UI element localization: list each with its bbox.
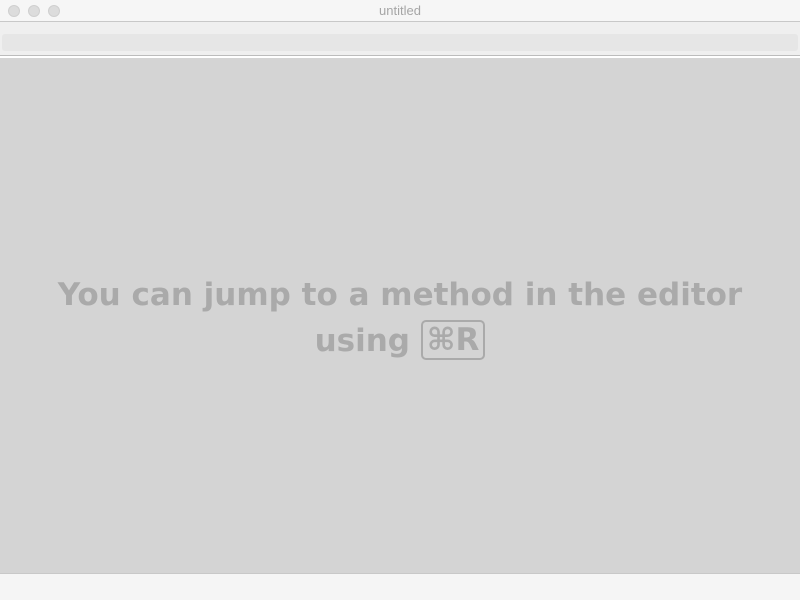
navigation-bar[interactable] [2, 34, 798, 51]
hint-line-2: using [314, 323, 410, 359]
status-bar [0, 573, 800, 600]
title-bar[interactable]: untitled [0, 0, 800, 22]
editor-empty-area[interactable]: You can jump to a method in the editor u… [0, 58, 800, 573]
app-window: untitled You can jump to a method in the… [0, 0, 800, 600]
hint-line-1: You can jump to a method in the editor [57, 277, 743, 313]
window-title: untitled [379, 3, 421, 18]
keyboard-shortcut-badge: ⌘R [420, 319, 486, 360]
toolbar [0, 22, 800, 56]
empty-state-hint: You can jump to a method in the editor u… [40, 272, 760, 364]
